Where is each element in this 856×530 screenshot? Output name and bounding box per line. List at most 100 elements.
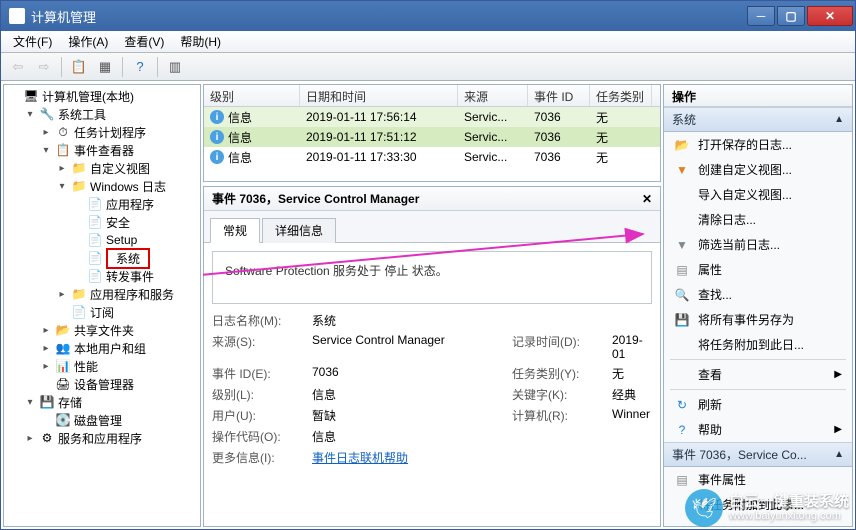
action-item[interactable]: 📂打开保存的日志... xyxy=(664,132,852,157)
online-help-link[interactable]: 事件日志联机帮助 xyxy=(312,449,512,466)
tree-node-Setup[interactable]: 📄Setup xyxy=(4,231,200,249)
field-value: Service Control Manager xyxy=(312,333,512,361)
action-item[interactable]: ?帮助▶ xyxy=(664,417,852,442)
tree-node-Windows日志[interactable]: ▾📁Windows 日志 xyxy=(4,177,200,195)
tree-node-本地用户和组[interactable]: ▸👥本地用户和组 xyxy=(4,339,200,357)
menu-file[interactable]: 文件(F) xyxy=(5,31,60,52)
show-hide-button[interactable]: ▦ xyxy=(94,56,116,78)
tree-node-订阅[interactable]: 📄订阅 xyxy=(4,303,200,321)
twisty-icon[interactable]: ▾ xyxy=(40,145,52,156)
tree-label: 存储 xyxy=(58,394,82,411)
actions-section-system[interactable]: 系统▲ xyxy=(664,107,852,132)
field-row: 级别(L):信息关键字(K):经典 xyxy=(212,386,652,403)
tree-label: 系统工具 xyxy=(58,106,106,123)
twisty-icon[interactable]: ▾ xyxy=(56,181,68,192)
action-item[interactable]: 查看▶ xyxy=(664,362,852,387)
tree-node-安全[interactable]: 📄安全 xyxy=(4,213,200,231)
detail-close-icon[interactable]: ✕ xyxy=(642,192,652,206)
tree-node-系统工具[interactable]: ▾🔧系统工具 xyxy=(4,105,200,123)
action-item[interactable]: 🔍查找... xyxy=(664,282,852,307)
back-button[interactable]: ⇦ xyxy=(7,56,29,78)
detail-body[interactable]: Software Protection 服务处于 停止 状态。 日志名称(M):… xyxy=(204,243,660,526)
help-button[interactable]: ? xyxy=(129,56,151,78)
table-row[interactable]: i信息2019-01-11 17:33:30Servic...7036无 xyxy=(204,147,660,167)
forward-button[interactable]: ⇨ xyxy=(33,56,55,78)
column-header[interactable]: 任务类别 xyxy=(590,85,652,106)
action-item[interactable]: 💾将所有事件另存为 xyxy=(664,307,852,332)
detail-title-bar: 事件 7036，Service Control Manager ✕ xyxy=(204,187,660,211)
action-item[interactable]: 将任务附加到此日... xyxy=(664,332,852,357)
divider xyxy=(670,389,846,390)
twisty-icon[interactable]: ▾ xyxy=(24,397,36,408)
tab-general[interactable]: 常规 xyxy=(210,218,260,243)
action-item[interactable]: 将任务附加到此事... xyxy=(664,492,852,517)
maximize-button[interactable]: ▢ xyxy=(777,6,805,26)
action-label: 将任务附加到此事... xyxy=(698,496,804,513)
detail-fields: 日志名称(M):系统来源(S):Service Control Manager记… xyxy=(212,312,652,445)
twisty-icon[interactable]: ▸ xyxy=(40,325,52,336)
panel-button[interactable]: ▥ xyxy=(164,56,186,78)
field-key: 计算机(R): xyxy=(512,407,612,424)
tree-node-磁盘管理[interactable]: 💽磁盘管理 xyxy=(4,411,200,429)
field-row: 来源(S):Service Control Manager记录时间(D):201… xyxy=(212,333,652,361)
collapse-icon: ▲ xyxy=(834,114,844,125)
action-item[interactable]: ▤事件属性 xyxy=(664,467,852,492)
tree-label: 服务和应用程序 xyxy=(58,430,142,447)
twisty-icon[interactable]: ▸ xyxy=(56,163,68,174)
table-row[interactable]: i信息2019-01-11 17:51:12Servic...7036无 xyxy=(204,127,660,147)
field-value: 系统 xyxy=(312,312,512,329)
menu-help[interactable]: 帮助(H) xyxy=(172,31,229,52)
column-header[interactable]: 事件 ID xyxy=(528,85,590,106)
tree-pane[interactable]: 🖥计算机管理(本地)▾🔧系统工具▸⏱任务计划程序▾📋事件查看器▸📁自定义视图▾📁… xyxy=(3,84,201,527)
tree-node-事件查看器[interactable]: ▾📋事件查看器 xyxy=(4,141,200,159)
tree-icon: 📄 xyxy=(87,250,103,266)
minimize-button[interactable]: ─ xyxy=(747,6,775,26)
tree-node-存储[interactable]: ▾💾存储 xyxy=(4,393,200,411)
detail-more-row: 更多信息(I): 事件日志联机帮助 xyxy=(212,449,652,466)
action-item[interactable]: ▼筛选当前日志... xyxy=(664,232,852,257)
column-header[interactable]: 来源 xyxy=(458,85,528,106)
column-header[interactable]: 级别 xyxy=(204,85,300,106)
tree-icon: 📄 xyxy=(87,196,103,212)
up-button[interactable]: 📋 xyxy=(68,56,90,78)
menu-view[interactable]: 查看(V) xyxy=(116,31,172,52)
field-key: 事件 ID(E): xyxy=(212,365,312,382)
detail-tabs: 常规 详细信息 xyxy=(204,211,660,243)
tree-node-任务计划程序[interactable]: ▸⏱任务计划程序 xyxy=(4,123,200,141)
tree-icon: 📄 xyxy=(87,214,103,230)
action-label: 清除日志... xyxy=(698,211,756,228)
action-item[interactable]: 清除日志... xyxy=(664,207,852,232)
tree-icon: 📁 xyxy=(71,286,87,302)
tree-node-设备管理器[interactable]: 🖨设备管理器 xyxy=(4,375,200,393)
tree-node-自定义视图[interactable]: ▸📁自定义视图 xyxy=(4,159,200,177)
twisty-icon[interactable]: ▸ xyxy=(40,343,52,354)
action-item[interactable]: ▤属性 xyxy=(664,257,852,282)
twisty-icon[interactable]: ▸ xyxy=(24,433,36,444)
tree-node-应用程序[interactable]: 📄应用程序 xyxy=(4,195,200,213)
tab-details[interactable]: 详细信息 xyxy=(262,218,336,243)
actions-section-event[interactable]: 事件 7036，Service Co...▲ xyxy=(664,442,852,467)
tree-node-系统[interactable]: 📄系统 xyxy=(4,249,200,267)
tree-node-服务和应用程序[interactable]: ▸⚙服务和应用程序 xyxy=(4,429,200,447)
action-item[interactable]: ↻刷新 xyxy=(664,392,852,417)
menu-action[interactable]: 操作(A) xyxy=(60,31,116,52)
close-button[interactable]: ✕ xyxy=(807,6,853,26)
action-item[interactable]: 导入自定义视图... xyxy=(664,182,852,207)
table-row[interactable]: i信息2019-01-11 17:56:14Servic...7036无 xyxy=(204,107,660,127)
tree-node-转发事件[interactable]: 📄转发事件 xyxy=(4,267,200,285)
tree-label: Windows 日志 xyxy=(90,178,166,195)
twisty-icon[interactable]: ▸ xyxy=(40,361,52,372)
twisty-icon[interactable]: ▾ xyxy=(24,109,36,120)
tree-node-共享文件夹[interactable]: ▸📂共享文件夹 xyxy=(4,321,200,339)
twisty-icon[interactable]: ▸ xyxy=(56,289,68,300)
list-body[interactable]: i信息2019-01-11 17:56:14Servic...7036无i信息2… xyxy=(204,107,660,167)
twisty-icon[interactable]: ▸ xyxy=(40,127,52,138)
column-header[interactable]: 日期和时间 xyxy=(300,85,458,106)
tree-node-应用程序和服务[interactable]: ▸📁应用程序和服务 xyxy=(4,285,200,303)
table-cell: i信息 xyxy=(204,148,300,167)
actions-list[interactable]: 系统▲ 📂打开保存的日志...▼创建自定义视图...导入自定义视图... 清除日志… xyxy=(664,107,852,526)
tree-node-计算机管理本地[interactable]: 🖥计算机管理(本地) xyxy=(4,87,200,105)
tree-node-性能[interactable]: ▸📊性能 xyxy=(4,357,200,375)
field-value: 7036 xyxy=(312,365,512,382)
action-item[interactable]: ▼创建自定义视图... xyxy=(664,157,852,182)
